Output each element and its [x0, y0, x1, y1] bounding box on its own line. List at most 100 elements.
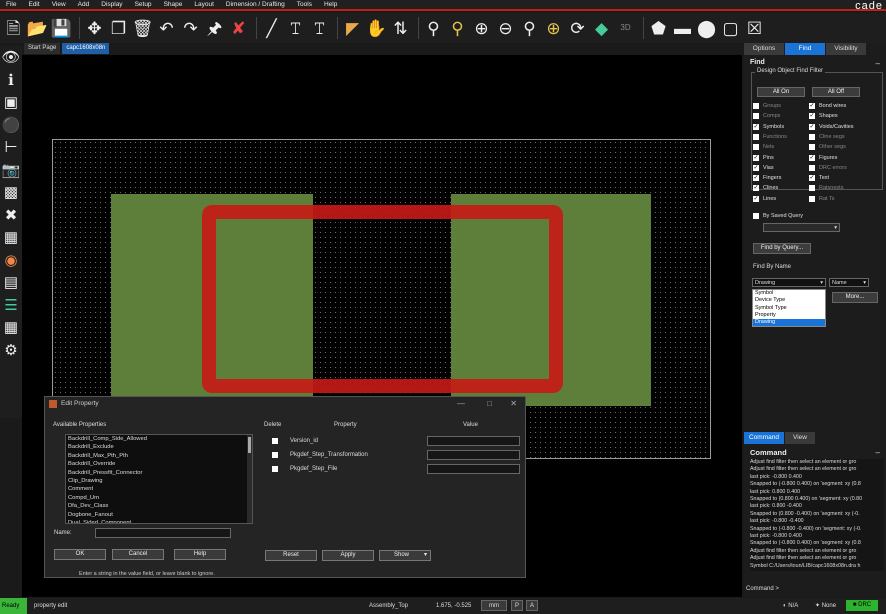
tab-command[interactable]: Command	[744, 432, 784, 444]
save-icon[interactable]: 💾	[51, 17, 72, 39]
zoom-world-icon[interactable]: ⊕	[543, 17, 564, 39]
move-icon[interactable]: ✥	[84, 17, 105, 39]
collapse-icon[interactable]: –	[876, 59, 880, 68]
scrollbar[interactable]	[247, 435, 252, 523]
delete-checkbox[interactable]	[272, 452, 278, 458]
collapse-icon[interactable]: –	[876, 448, 880, 457]
dropdown-option[interactable]: Symbol Type	[753, 305, 825, 312]
find-by-name-combo[interactable]: Drawing ▾	[752, 278, 826, 287]
filter-checkbox[interactable]: Rat Ts	[809, 195, 835, 203]
menu-tools[interactable]: Tools	[291, 1, 318, 8]
filter-checkbox[interactable]: Nets	[753, 143, 774, 151]
measure-icon[interactable]: ⊢	[1, 136, 21, 159]
color-wheel-icon[interactable]: ◉	[1, 249, 21, 272]
delete-checkbox[interactable]	[272, 438, 278, 444]
more-button[interactable]: More...	[832, 292, 878, 303]
all-on-button[interactable]: All On	[757, 87, 805, 97]
connect-icon[interactable]: ◤	[342, 17, 363, 39]
menu-view[interactable]: View	[46, 1, 72, 8]
reset-button[interactable]: Reset	[265, 550, 317, 561]
menu-help[interactable]: Help	[318, 1, 343, 8]
filter-checkbox[interactable]: ✓ Vias	[753, 164, 774, 172]
filter-checkbox[interactable]: ✓ Fingers	[753, 174, 781, 182]
list-item[interactable]: Backdrill_Comp_Side_Allowed	[66, 435, 252, 443]
list-item[interactable]: Backdrill_Pressfit_Connector	[66, 469, 252, 477]
by-saved-query-checkbox[interactable]: By Saved Query	[753, 212, 803, 220]
minimize-icon[interactable]: —	[457, 397, 465, 411]
text-edit-icon[interactable]: 𝚃	[309, 17, 330, 39]
filter-checkbox[interactable]: ✓ Text	[809, 174, 829, 182]
filter-checkbox[interactable]: Functions	[753, 133, 787, 141]
copy-icon[interactable]: ❐	[108, 17, 129, 39]
zoom-fit-icon[interactable]: ⚲	[423, 17, 444, 39]
dropdown-option[interactable]: Property	[753, 312, 825, 319]
shape-add-icon[interactable]: ⬟	[648, 17, 669, 39]
settings-icon[interactable]: ⚙	[1, 339, 21, 362]
saved-query-combo[interactable]: ▾	[763, 223, 840, 232]
maximize-icon[interactable]: □	[487, 397, 492, 411]
apply-button[interactable]: Apply	[322, 550, 374, 561]
zoom-in-icon[interactable]: ⚲	[447, 17, 468, 39]
spreadsheet-icon[interactable]: ▦	[1, 316, 21, 339]
name-type-combo[interactable]: Name ▾	[829, 278, 869, 287]
list-item[interactable]: Comment	[66, 485, 252, 493]
value-field[interactable]	[427, 436, 520, 446]
cancel-button[interactable]: Cancel	[112, 549, 164, 560]
filter-checkbox[interactable]: DRC errors	[809, 164, 847, 172]
menu-edit[interactable]: Edit	[22, 1, 45, 8]
zoom-out-icon[interactable]: ⊖	[495, 17, 516, 39]
dropdown-option[interactable]: Device Type	[753, 297, 825, 304]
p-button[interactable]: P	[511, 600, 523, 611]
3d-layer-icon[interactable]: ◆	[591, 17, 612, 39]
redo-icon[interactable]: ↷	[180, 17, 201, 39]
fingers-icon[interactable]: ✋	[366, 17, 387, 39]
list-item[interactable]: Backdrill_Max_Pth_Pth	[66, 452, 252, 460]
menu-layout[interactable]: Layout	[188, 1, 220, 8]
pin-icon[interactable]: 🖈	[204, 17, 225, 39]
layers-view-icon[interactable]: ▤	[1, 271, 21, 294]
dropdown-option[interactable]: Symbol	[753, 290, 825, 297]
unpin-icon[interactable]: ✘	[228, 17, 249, 39]
select-icon[interactable]: ▢	[720, 17, 741, 39]
zoom-prev-icon[interactable]: ⚲	[519, 17, 540, 39]
filter-checkbox[interactable]: Ratsnests	[809, 184, 843, 192]
scrollbar-thumb[interactable]	[248, 437, 251, 453]
tab-visibility[interactable]: Visibility	[826, 43, 866, 55]
report-icon[interactable]: ▩	[1, 181, 21, 204]
filter-checkbox[interactable]: ✓ Figures	[809, 154, 837, 162]
undo-icon[interactable]: ↶	[156, 17, 177, 39]
list-item[interactable]: Dogbone_Fanout	[66, 511, 252, 519]
new-file-icon[interactable]: 🗎	[3, 17, 24, 39]
cross-icon[interactable]: ✖	[1, 204, 21, 227]
dialog-titlebar[interactable]: Edit Property — □ ✕	[45, 397, 525, 411]
close-icon[interactable]: ✕	[510, 397, 517, 411]
filter-checkbox[interactable]: ✓ Voids/Cavities	[809, 123, 854, 131]
refresh-icon[interactable]: ⟳	[567, 17, 588, 39]
filter-checkbox[interactable]: Cline segs	[809, 133, 845, 141]
filter-checkbox[interactable]: ✓ Symbols	[753, 123, 784, 131]
tab-view[interactable]: View	[785, 432, 815, 444]
rect-add-icon[interactable]: ▬	[672, 17, 693, 39]
dropdown-option[interactable]: Drawing	[753, 319, 825, 327]
3d-label[interactable]: 3D	[615, 17, 636, 39]
tab-options[interactable]: Options	[744, 43, 784, 55]
menu-setup[interactable]: Setup	[129, 1, 158, 8]
command-prompt[interactable]: Command >	[746, 586, 779, 592]
list-item[interactable]: Clip_Drawing	[66, 477, 252, 485]
list-item[interactable]: Dual_Sided_Component	[66, 519, 252, 523]
drc-indicator[interactable]: ■ DRC	[846, 600, 878, 611]
available-properties-list[interactable]: Backdrill_Comp_Side_Allowed Backdrill_Exc…	[65, 434, 253, 524]
menu-shape[interactable]: Shape	[158, 1, 189, 8]
list-item[interactable]: Dfa_Dev_Class	[66, 502, 252, 510]
menu-display[interactable]: Display	[95, 1, 128, 8]
value-field[interactable]	[427, 450, 520, 460]
filter-checkbox[interactable]: ✓ Pins	[753, 154, 774, 162]
units-button[interactable]: mm	[481, 600, 507, 611]
menu-add[interactable]: Add	[72, 1, 96, 8]
filter-checkbox[interactable]: ✓ Shapes	[809, 112, 838, 120]
name-input[interactable]	[95, 528, 231, 538]
menu-dimension[interactable]: Dimension / Drafting	[220, 1, 291, 8]
find-by-query-button[interactable]: Find by Query...	[753, 243, 811, 254]
open-folder-icon[interactable]: 📂	[27, 17, 48, 39]
flip-icon[interactable]: ⇅	[390, 17, 411, 39]
